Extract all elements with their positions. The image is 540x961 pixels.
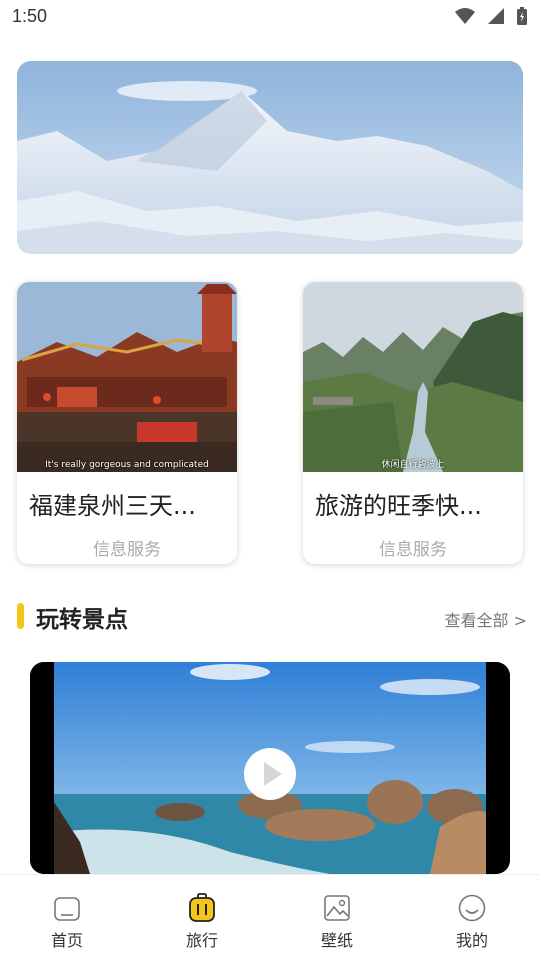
thumbnail-caption: 休闲自行碧波上 (381, 460, 445, 470)
article-card[interactable]: 休闲自行碧波上 旅游的旺季快... 信息服务 (303, 282, 523, 564)
battery-icon (517, 7, 527, 25)
bottom-tab-bar: 首页 旅行 壁纸 我的 (0, 874, 540, 961)
video-card[interactable] (30, 662, 510, 874)
snow-mountain-photo (17, 61, 523, 254)
picture-icon (324, 895, 350, 921)
status-time: 1:50 (12, 6, 48, 26)
tab-label: 首页 (50, 931, 83, 950)
play-button[interactable] (244, 748, 296, 800)
tab-mine[interactable]: 我的 (432, 893, 512, 951)
card-title: 旅游的旺季快... (315, 492, 482, 520)
section-accent-bar (17, 603, 24, 629)
signal-icon (487, 8, 504, 24)
section-header: 玩转景点 查看全部 > (17, 598, 527, 634)
tab-travel[interactable]: 旅行 (162, 893, 242, 951)
view-all-link[interactable]: 查看全部 > (445, 607, 528, 631)
section-title: 玩转景点 (36, 607, 128, 633)
status-bar: 1:50 (0, 0, 540, 34)
card-thumbnail: It's really gorgeous and complicated (17, 282, 237, 472)
banner-image[interactable] (17, 61, 523, 254)
card-title: 福建泉州三天... (29, 492, 196, 520)
tab-label: 旅行 (185, 931, 218, 950)
luggage-icon (189, 893, 215, 922)
home-icon (54, 897, 80, 921)
status-icons (448, 6, 528, 26)
smile-icon (458, 894, 486, 922)
article-card[interactable]: It's really gorgeous and complicated 福建泉… (17, 282, 237, 564)
tab-label: 壁纸 (320, 931, 353, 950)
card-thumbnail: 休闲自行碧波上 (303, 282, 523, 472)
thumbnail-caption: It's really gorgeous and complicated (45, 460, 209, 470)
temple-photo (17, 282, 237, 472)
wifi-icon (454, 8, 475, 24)
tab-home[interactable]: 首页 (27, 893, 107, 951)
tab-label: 我的 (455, 931, 488, 950)
play-icon (264, 762, 282, 786)
tab-wallpaper[interactable]: 壁纸 (297, 893, 377, 951)
card-subtitle: 信息服务 (93, 540, 161, 560)
river-valley-photo (303, 282, 523, 472)
card-subtitle: 信息服务 (379, 540, 447, 560)
